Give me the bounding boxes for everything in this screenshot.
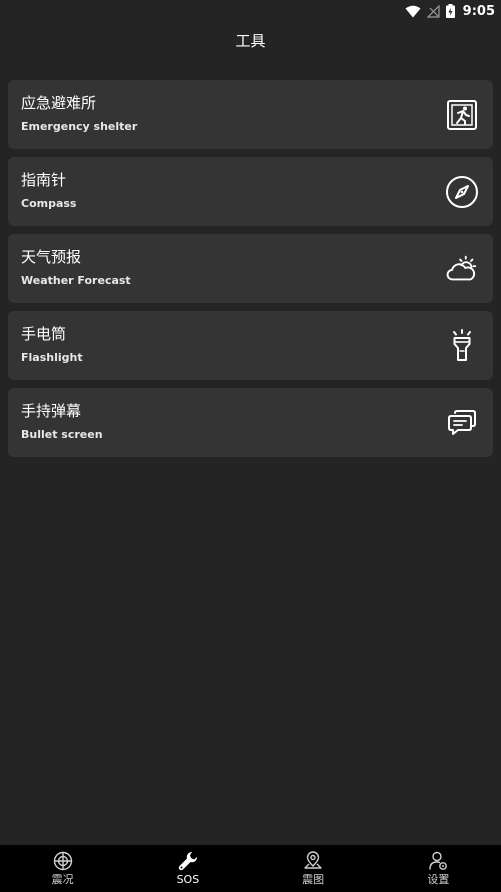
nav-label: 震图	[302, 873, 325, 886]
nav-label: SOS	[176, 873, 200, 886]
tool-subtitle: Flashlight	[21, 351, 83, 364]
nav-label: 设置	[427, 873, 450, 886]
emergency-exit-icon	[445, 98, 479, 132]
chat-bubble-icon	[445, 406, 479, 440]
user-settings-icon	[429, 851, 448, 870]
tool-list: 应急避难所 Emergency shelter 指南针 Compass 天气预报…	[8, 80, 493, 457]
tool-title: 天气预报	[21, 248, 82, 266]
tool-card-emergency-shelter[interactable]: 应急避难所 Emergency shelter	[8, 80, 493, 149]
flashlight-icon	[445, 328, 479, 363]
compass-icon	[445, 175, 479, 209]
tool-subtitle: Weather Forecast	[21, 274, 131, 287]
nav-item-earthquake-map[interactable]: 震图	[251, 845, 376, 892]
page-title: 工具	[235, 32, 266, 50]
tool-card-bullet-screen[interactable]: 手持弹幕 Bullet screen	[8, 388, 493, 457]
wifi-icon	[405, 5, 421, 17]
tool-title: 手持弹幕	[21, 402, 82, 420]
bottom-nav: 震况 SOS 震图 设置	[0, 845, 501, 892]
status-bar: 9:05	[0, 0, 501, 22]
battery-charging-icon	[445, 4, 455, 18]
nav-label: 震况	[51, 873, 74, 886]
nav-item-settings[interactable]: 设置	[376, 845, 501, 892]
status-time: 9:05	[462, 3, 495, 19]
tool-card-compass[interactable]: 指南针 Compass	[8, 157, 493, 226]
tool-title: 指南针	[21, 171, 67, 189]
nav-item-sos[interactable]: SOS	[125, 845, 250, 892]
tool-subtitle: Emergency shelter	[21, 120, 138, 133]
tool-title: 手电筒	[21, 325, 67, 343]
nav-item-earthquake-status[interactable]: 震况	[0, 845, 125, 892]
target-icon	[53, 851, 72, 871]
no-signal-icon	[426, 4, 440, 18]
tool-subtitle: Bullet screen	[21, 428, 103, 441]
tool-subtitle: Compass	[21, 197, 77, 210]
wrench-icon	[178, 851, 197, 871]
tool-card-flashlight[interactable]: 手电筒 Flashlight	[8, 311, 493, 380]
tool-card-weather-forecast[interactable]: 天气预报 Weather Forecast	[8, 234, 493, 303]
weather-icon	[445, 252, 479, 286]
tool-title: 应急避难所	[21, 94, 97, 112]
map-pin-icon	[304, 851, 322, 869]
